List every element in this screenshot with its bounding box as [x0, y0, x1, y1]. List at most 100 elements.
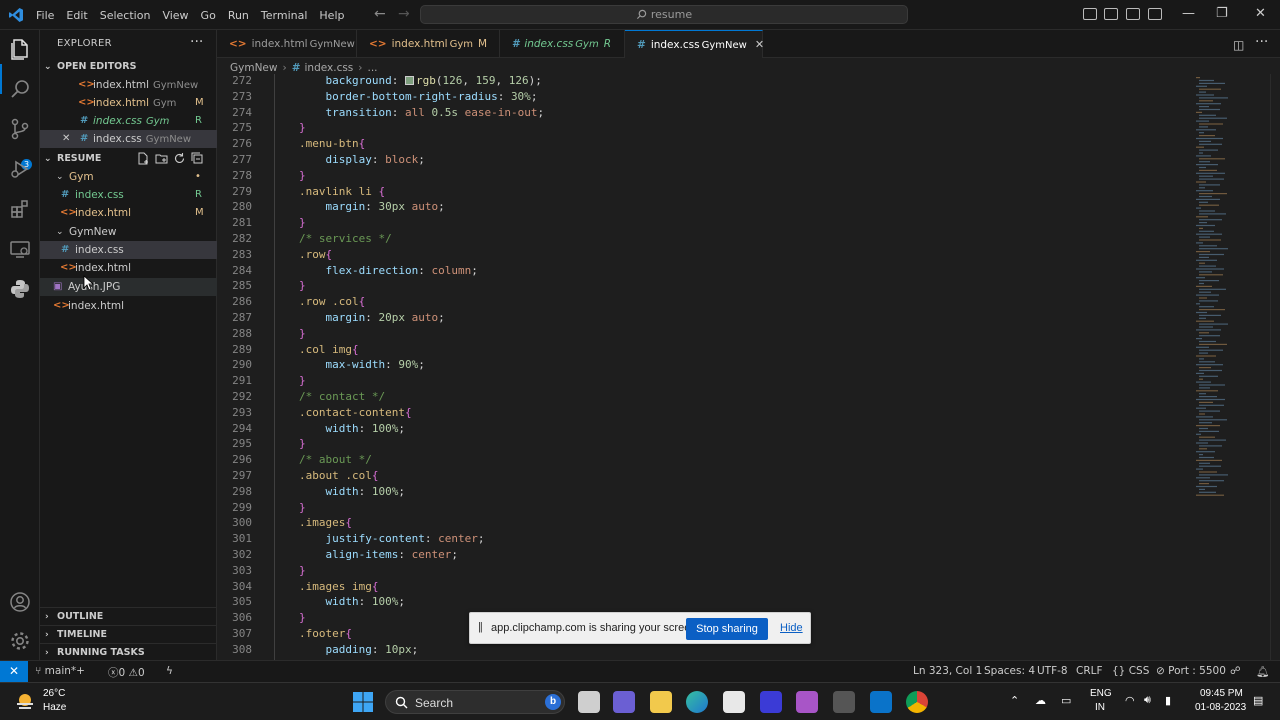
code-line[interactable]: }	[299, 611, 306, 624]
toggle-panel-icon[interactable]	[1104, 8, 1118, 20]
open-editor-item[interactable]: <> index.html GymNew	[40, 76, 217, 94]
chrome-browser-icon[interactable]	[906, 691, 928, 713]
bing-icon[interactable]: b	[545, 694, 561, 710]
tree-file[interactable]: # index.css R	[40, 186, 217, 204]
menu-go[interactable]: Go	[195, 9, 222, 22]
stop-sharing-button[interactable]: Stop sharing	[686, 618, 768, 640]
open-editors-header[interactable]: ⌄ OPEN EDITORS	[40, 58, 217, 76]
clock-time[interactable]: 09:45 PM	[1200, 688, 1243, 699]
code-line[interactable]: width: 100%;	[299, 595, 406, 608]
line-ending[interactable]: CRLF	[1076, 665, 1103, 677]
code-line[interactable]: transition: all 0.5s ease-in-out;	[299, 106, 545, 119]
tree-file-selected[interactable]: # index.css	[40, 241, 217, 259]
cursor-position[interactable]: Ln 323, Col 1	[913, 665, 982, 677]
code-line[interactable]: flex-direction: column;	[299, 264, 478, 277]
encoding[interactable]: UTF-8	[1037, 665, 1068, 677]
code-line[interactable]: width: 100%;	[299, 485, 406, 498]
input-language[interactable]: ENG	[1090, 688, 1112, 699]
menu-selection[interactable]: Selection	[94, 9, 157, 22]
notification-center-icon[interactable]: ▤	[1253, 694, 1263, 707]
refresh-icon[interactable]	[173, 152, 186, 165]
search-view-icon[interactable]	[8, 77, 32, 101]
tab-close-icon[interactable]: ✕	[755, 38, 764, 51]
code-line[interactable]: }	[299, 327, 306, 340]
problems-indicator[interactable]: ⓧ0 ⚠0	[108, 665, 145, 680]
code-editor[interactable]: 272 background: rgb(126, 159, 126); 273 b…	[217, 74, 1192, 660]
python-icon[interactable]	[8, 277, 32, 301]
code-line[interactable]: display: block;	[299, 153, 425, 166]
new-file-icon[interactable]	[137, 152, 150, 165]
tree-folder-gym[interactable]: ⌄ Gym •	[40, 168, 217, 186]
code-line[interactable]: }	[299, 121, 306, 134]
open-editor-item-active[interactable]: ✕ # index.css GymNew	[40, 130, 217, 148]
tab-index-css-gym[interactable]: # index.css Gym R	[500, 30, 625, 58]
file-explorer-icon[interactable]	[650, 691, 672, 713]
menu-file[interactable]: File	[30, 9, 60, 22]
hide-link[interactable]: Hide	[780, 622, 803, 634]
task-view-icon[interactable]	[578, 691, 600, 713]
tab-index-css-gymnew[interactable]: # index.css GymNew ✕	[625, 30, 764, 58]
settings-gear-icon[interactable]	[8, 629, 32, 653]
code-line[interactable]: }	[299, 169, 306, 182]
code-line[interactable]: }	[299, 501, 306, 514]
remote-explorer-icon[interactable]	[8, 237, 32, 261]
microsoft-store-icon[interactable]	[723, 691, 745, 713]
code-line[interactable]: }	[299, 437, 306, 450]
volume-icon[interactable]: 🔊︎	[1144, 694, 1151, 707]
menu-terminal[interactable]: Terminal	[255, 9, 314, 22]
code-line[interactable]: /* about */	[299, 453, 372, 466]
tree-folder-gymnew[interactable]: ⌄ GymNew	[40, 223, 217, 241]
code-line[interactable]: .about .col{	[299, 469, 378, 482]
code-line[interactable]: align-items: center;	[299, 548, 458, 561]
live-server-port[interactable]: ⊘ Port : 5500	[1156, 665, 1226, 677]
clock-date[interactable]: 01-08-2023	[1195, 702, 1246, 713]
code-line[interactable]: .footer{	[299, 627, 352, 640]
window-close-icon[interactable]: ✕	[1255, 6, 1266, 21]
code-line[interactable]: margin: 30px auto;	[299, 200, 445, 213]
minimap[interactable]	[1192, 74, 1270, 660]
extensions-icon[interactable]	[8, 197, 32, 221]
code-line[interactable]: .images img{	[299, 580, 378, 593]
code-line[interactable]: .contact-content{	[299, 406, 412, 419]
code-line[interactable]: .menu-btn{	[299, 137, 365, 150]
toggle-secondary-sidebar-icon[interactable]	[1126, 8, 1140, 20]
clipchamp-editor-icon[interactable]	[760, 691, 782, 713]
tab-index-html-gym[interactable]: <> index.html Gym M	[357, 30, 500, 58]
tab-index-html-gymnew[interactable]: <> index.html GymNew	[217, 30, 357, 58]
language-mode[interactable]: {} CSS	[1112, 665, 1149, 677]
open-editor-item[interactable]: # index.css Gym R	[40, 112, 217, 130]
code-line[interactable]: justify-content: center;	[299, 532, 485, 545]
forward-arrow-icon[interactable]: →	[398, 6, 410, 22]
app-icon[interactable]	[833, 691, 855, 713]
breadcrumb-file[interactable]: index.css	[305, 62, 354, 74]
lightning-icon[interactable]: ϟ	[166, 665, 173, 677]
tree-file[interactable]: <> index.html	[40, 297, 217, 315]
code-line[interactable]: }	[299, 216, 306, 229]
tree-file[interactable]: <> index.html	[40, 259, 217, 277]
run-debug-icon[interactable]	[8, 157, 32, 181]
running-tasks-section[interactable]: › RUNNING TASKS	[40, 643, 217, 661]
tray-app-icon[interactable]: ▭	[1061, 694, 1071, 707]
code-line[interactable]: margin: 20px auto;	[299, 311, 445, 324]
close-icon[interactable]: ✕	[62, 130, 70, 148]
breadcrumb-folder[interactable]: GymNew	[230, 62, 277, 74]
collapse-all-icon[interactable]	[191, 152, 204, 165]
windows-start-icon[interactable]	[352, 691, 374, 713]
code-line[interactable]: .row .col{	[299, 295, 365, 308]
indentation[interactable]: Spaces: 4	[984, 665, 1035, 677]
code-line[interactable]: }	[299, 374, 306, 387]
tree-file[interactable]: ▣ Ayush.JPG	[40, 278, 217, 296]
edge-browser-icon[interactable]	[686, 691, 708, 713]
code-line[interactable]: background: rgb(126, 159, 126);	[299, 74, 542, 87]
menu-view[interactable]: View	[156, 9, 194, 22]
breadcrumb-symbol[interactable]: ...	[367, 62, 377, 74]
tree-file[interactable]: <> index.html M	[40, 204, 217, 222]
timeline-section[interactable]: › TIMELINE	[40, 625, 217, 643]
back-arrow-icon[interactable]: ←	[374, 6, 386, 22]
command-center-search[interactable]: resume	[420, 5, 908, 24]
weather-haze-icon[interactable]	[14, 691, 36, 713]
menu-edit[interactable]: Edit	[60, 9, 93, 22]
feedback-icon[interactable]: ☍	[1230, 665, 1241, 677]
customize-layout-icon[interactable]	[1148, 8, 1162, 20]
onedrive-icon[interactable]: ☁	[1035, 694, 1046, 707]
